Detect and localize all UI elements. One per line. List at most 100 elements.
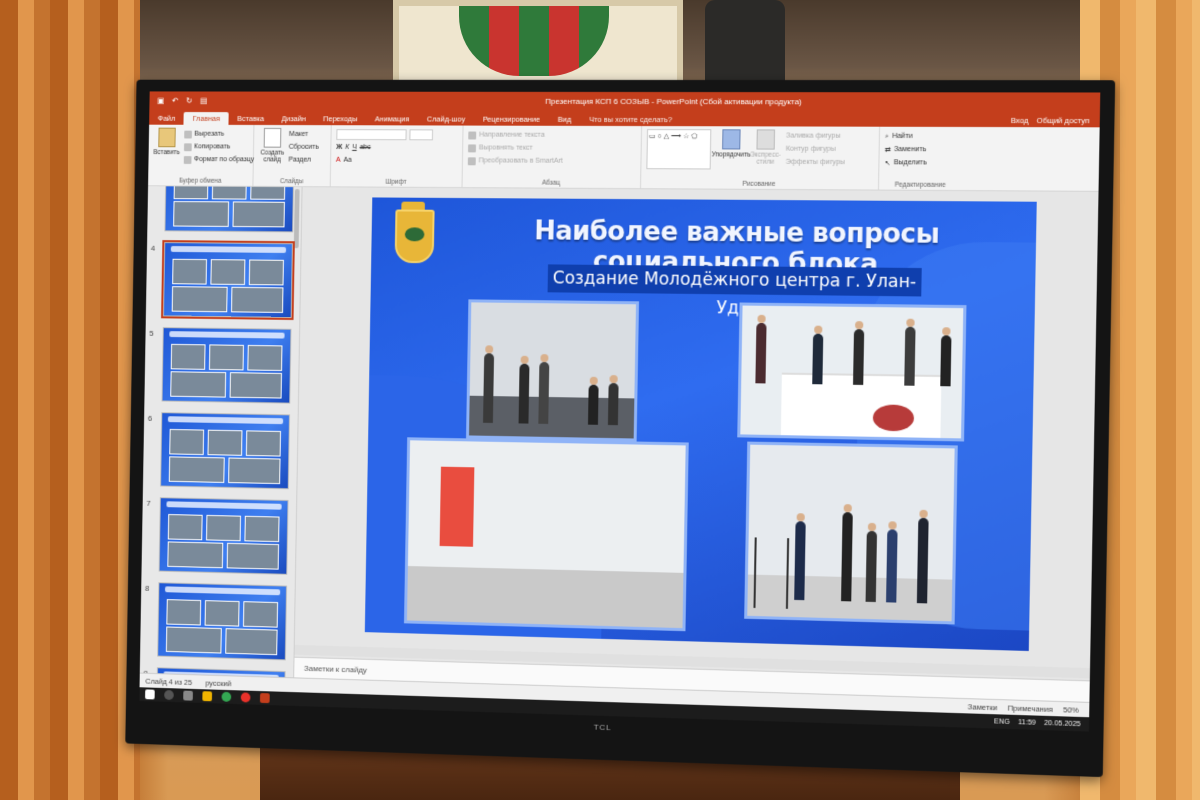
slides-group-label: Слайды: [279, 178, 304, 186]
clock-date[interactable]: 20.05.2025: [1044, 719, 1081, 727]
zoom-level[interactable]: 50%: [1063, 705, 1079, 715]
font-name-box[interactable]: [336, 129, 407, 141]
tab-7[interactable]: Рецензирование: [474, 113, 549, 126]
paragraph-group-label: Абзац: [541, 179, 561, 187]
tab-5[interactable]: Анимация: [366, 112, 418, 125]
slide-number: 8: [144, 583, 150, 593]
slide-photo-meeting-room[interactable]: [466, 299, 640, 442]
account-area[interactable]: Вход Общий доступ: [1000, 114, 1100, 128]
tab-8[interactable]: Вид: [549, 113, 581, 126]
select-button[interactable]: ↖ Выделить: [884, 156, 956, 170]
find-button[interactable]: ⌕ Найти: [885, 130, 957, 143]
clipboard-group: Вставить Вырезать Копировать Формат по о…: [148, 124, 255, 186]
quick-access-toolbar: ▣ ↶ ↻ ▤: [149, 96, 262, 105]
drawing-group-label: Рисование: [742, 180, 776, 188]
slide-thumbnails-panel[interactable]: 456789: [139, 186, 303, 679]
slides-group: Создать слайд Макет Сбросить Раздел Слай…: [253, 124, 332, 187]
shapes-gallery[interactable]: ▭ ○ △ ⟶ ☆ ⬠: [646, 129, 712, 170]
share-button[interactable]: Общий доступ: [1037, 116, 1090, 125]
paste-button[interactable]: Вставить: [153, 127, 180, 166]
font-style-buttons[interactable]: Ж К Ч abc: [336, 141, 457, 154]
format-painter-button[interactable]: Формат по образцу: [183, 153, 254, 166]
start-icon[interactable]: [145, 689, 155, 700]
slide-thumbnail[interactable]: [161, 327, 292, 404]
replace-button[interactable]: ⇄ Заменить: [885, 143, 957, 156]
slide-photo-group[interactable]: [403, 437, 689, 632]
monitor: ▣ ↶ ↻ ▤ Презентация КСП 6 СОЗЫВ - PowerP…: [125, 79, 1116, 778]
shape-outline-button[interactable]: Контур фигуры: [786, 143, 846, 156]
text-direction-button[interactable]: Направление текста: [468, 129, 636, 143]
language-tray[interactable]: ENG: [994, 718, 1010, 726]
scissors-icon: [183, 130, 192, 139]
yandex-browser-icon[interactable]: [240, 692, 251, 703]
powerpoint-icon[interactable]: [259, 693, 270, 704]
editing-group: ⌕ Найти ⇄ Заменить ↖ Выделить Редактировани…: [879, 127, 962, 190]
present-icon[interactable]: ▤: [200, 96, 207, 105]
cut-button[interactable]: Вырезать: [183, 128, 255, 141]
signin-link[interactable]: Вход: [1011, 116, 1029, 125]
slide-thumbnail[interactable]: [157, 582, 288, 661]
tab-3[interactable]: Дизайн: [273, 112, 315, 125]
clock-time[interactable]: 11:59: [1018, 719, 1036, 727]
clipboard-group-label: Буфер обмена: [179, 177, 222, 185]
slide-thumbnail[interactable]: [161, 240, 295, 320]
title-bar: ▣ ↶ ↻ ▤ Презентация КСП 6 СОЗЫВ - PowerP…: [149, 91, 1101, 111]
tab-1[interactable]: Главная: [183, 112, 229, 125]
paragraph-group: Направление текста Выровнять текст Преоб…: [462, 125, 643, 189]
task-view-icon[interactable]: [183, 690, 193, 701]
arrange-button[interactable]: Упорядочить: [711, 129, 751, 169]
tab-6[interactable]: Слайд-шоу: [418, 113, 474, 126]
editing-group-label: Редактирование: [894, 181, 946, 189]
slide-photo-round-table[interactable]: [737, 302, 967, 442]
quick-styles-button[interactable]: Экспресс-стили: [750, 129, 781, 169]
screen: ▣ ↶ ↻ ▤ Презентация КСП 6 СОЗЫВ - PowerP…: [139, 91, 1101, 732]
file-explorer-icon[interactable]: [202, 691, 213, 702]
slide-counter: Слайд 4 из 25: [145, 676, 193, 687]
font-color-buttons[interactable]: A Aa: [336, 154, 457, 167]
slide-thumbnail[interactable]: [160, 412, 290, 490]
tab-2[interactable]: Вставка: [228, 112, 272, 125]
slide-number: 5: [149, 328, 154, 338]
replace-icon: ⇄: [884, 146, 891, 154]
copy-icon: [183, 142, 192, 151]
window-title: Презентация КСП 6 СОЗЫВ - PowerPoint (Сб…: [545, 96, 802, 106]
section-button[interactable]: Раздел: [288, 154, 318, 167]
slide-number: 6: [147, 413, 153, 423]
slide-thumbnail[interactable]: [158, 497, 289, 575]
align-text-button[interactable]: Выровнять текст: [468, 141, 636, 155]
smartart-button[interactable]: Преобразовать в SmartArt: [467, 154, 636, 168]
system-tray: ENG 11:59 20.05.2025: [994, 718, 1089, 728]
notes-toggle[interactable]: Заметки: [968, 702, 998, 712]
copy-button[interactable]: Копировать: [183, 140, 255, 153]
slide-photo-exhibition[interactable]: [744, 441, 958, 625]
curtain-left: [0, 0, 140, 800]
save-icon[interactable]: ▣: [157, 96, 164, 105]
cursor-icon: ↖: [884, 159, 891, 167]
search-icon[interactable]: [164, 689, 174, 701]
drawing-group: ▭ ○ △ ⟶ ☆ ⬠ Упорядочить Экспресс-стили З…: [641, 126, 881, 190]
language-indicator[interactable]: русский: [205, 678, 231, 688]
tab-0[interactable]: Файл: [149, 112, 184, 125]
new-slide-button[interactable]: Создать слайд: [259, 127, 287, 166]
comments-toggle[interactable]: Примечания: [1008, 703, 1053, 714]
font-size-box[interactable]: [409, 129, 434, 141]
shape-effects-button[interactable]: Эффекты фигуры: [786, 156, 846, 169]
chrome-icon[interactable]: [221, 691, 232, 702]
undo-icon[interactable]: ↶: [172, 96, 179, 105]
thumbnails-scrollbar[interactable]: [293, 189, 300, 249]
tab-4[interactable]: Переходы: [314, 112, 366, 125]
slide-edit-area[interactable]: Наиболее важные вопросы социального блок…: [294, 187, 1099, 703]
slide-thumbnail[interactable]: [164, 186, 295, 233]
ribbon: Вставить Вырезать Копировать Формат по о…: [148, 124, 1100, 192]
shape-fill-button[interactable]: Заливка фигуры: [786, 129, 846, 142]
city-coat-of-arms-icon: [394, 209, 435, 264]
slide-subtitle[interactable]: Создание Молодёжного центра г. Улан-Удэ: [547, 264, 922, 319]
current-slide[interactable]: Наиболее важные вопросы социального блок…: [364, 197, 1037, 651]
redo-icon[interactable]: ↻: [186, 96, 193, 105]
tell-me-search[interactable]: Что вы хотите сделать?: [580, 113, 681, 126]
layout-button[interactable]: Макет: [289, 128, 319, 141]
monitor-brand-logo: TCL: [593, 722, 612, 733]
reset-button[interactable]: Сбросить: [289, 141, 319, 154]
slide-number: 7: [146, 498, 151, 508]
slide-number: 4: [150, 243, 156, 253]
